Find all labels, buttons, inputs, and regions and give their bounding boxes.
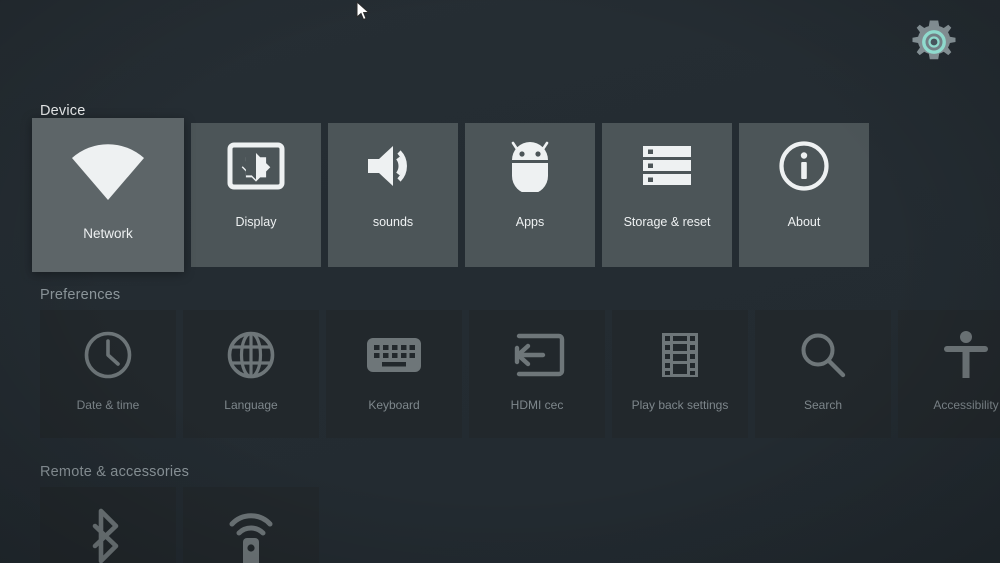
- tile-display[interactable]: Display: [191, 123, 321, 267]
- settings-gear-icon[interactable]: [906, 14, 962, 70]
- section-label-remote: Remote & accessories: [40, 464, 190, 480]
- tile-label: Storage & reset: [623, 215, 711, 229]
- tile-gap: [605, 310, 612, 438]
- search-icon: [755, 310, 891, 390]
- keyboard-icon: [326, 310, 462, 390]
- tile-label: Accessibility: [933, 398, 999, 412]
- tile-label: Keyboard: [368, 398, 420, 412]
- section-label-preferences: Preferences: [40, 287, 121, 303]
- tile-network[interactable]: Network: [32, 118, 184, 272]
- settings-screen: Device Network Display sounds Apps Stora…: [0, 0, 1000, 563]
- tile-gap: [176, 310, 183, 438]
- tile-gap: [184, 118, 191, 272]
- tile-search[interactable]: Search: [755, 310, 891, 438]
- top-bar: [0, 0, 1000, 95]
- gear-icon-glyph: [912, 20, 956, 60]
- tile-label: Play back settings: [631, 398, 729, 412]
- tile-gap: [595, 118, 602, 272]
- tile-about[interactable]: About: [739, 123, 869, 267]
- tile-sounds[interactable]: sounds: [328, 123, 458, 267]
- tile-gap: [319, 310, 326, 438]
- tile-keyboard[interactable]: Keyboard: [326, 310, 462, 438]
- tile-play-back-settings[interactable]: Play back settings: [612, 310, 748, 438]
- tile-bluetooth[interactable]: [40, 487, 176, 563]
- film-strip-icon: [612, 310, 748, 390]
- tile-gap: [321, 118, 328, 272]
- tile-gap: [458, 118, 465, 272]
- row-preferences: Date & time Language Keyboard HDMI cec P…: [40, 310, 1000, 438]
- tile-label: HDMI cec: [510, 398, 564, 412]
- brightness-icon: [191, 123, 321, 201]
- section-label-device: Device: [40, 103, 86, 119]
- clock-icon: [40, 310, 176, 390]
- info-icon: [739, 123, 869, 201]
- row-remote-accessories: [40, 487, 319, 563]
- hdmi-input-icon: [469, 310, 605, 390]
- tile-label: Date & time: [76, 398, 140, 412]
- row-device: Network Display sounds Apps Storage & re…: [32, 118, 869, 272]
- tile-language[interactable]: Language: [183, 310, 319, 438]
- tile-label: Display: [235, 215, 277, 229]
- bluetooth-icon: [40, 487, 176, 563]
- tile-storage-reset[interactable]: Storage & reset: [602, 123, 732, 267]
- tile-label: About: [787, 215, 821, 229]
- tile-label: sounds: [372, 215, 414, 229]
- tile-label: Network: [83, 226, 133, 241]
- tile-accessibility[interactable]: Accessibility: [898, 310, 1000, 438]
- tile-gap: [462, 310, 469, 438]
- remote-control-icon: [183, 487, 319, 563]
- volume-icon: [328, 123, 458, 201]
- globe-icon: [183, 310, 319, 390]
- tile-label: Language: [224, 398, 278, 412]
- android-robot-icon: [465, 123, 595, 201]
- tile-gap: [732, 118, 739, 272]
- tile-gap: [176, 487, 183, 563]
- tile-gap: [748, 310, 755, 438]
- tile-date-time[interactable]: Date & time: [40, 310, 176, 438]
- tile-label: Apps: [515, 215, 545, 229]
- storage-icon: [602, 123, 732, 201]
- accessibility-icon: [898, 310, 1000, 390]
- tile-gap: [891, 310, 898, 438]
- tile-hdmi-cec[interactable]: HDMI cec: [469, 310, 605, 438]
- tile-label: Search: [803, 398, 843, 412]
- tile-remote-control[interactable]: [183, 487, 319, 563]
- wifi-icon: [32, 118, 184, 214]
- tile-apps[interactable]: Apps: [465, 123, 595, 267]
